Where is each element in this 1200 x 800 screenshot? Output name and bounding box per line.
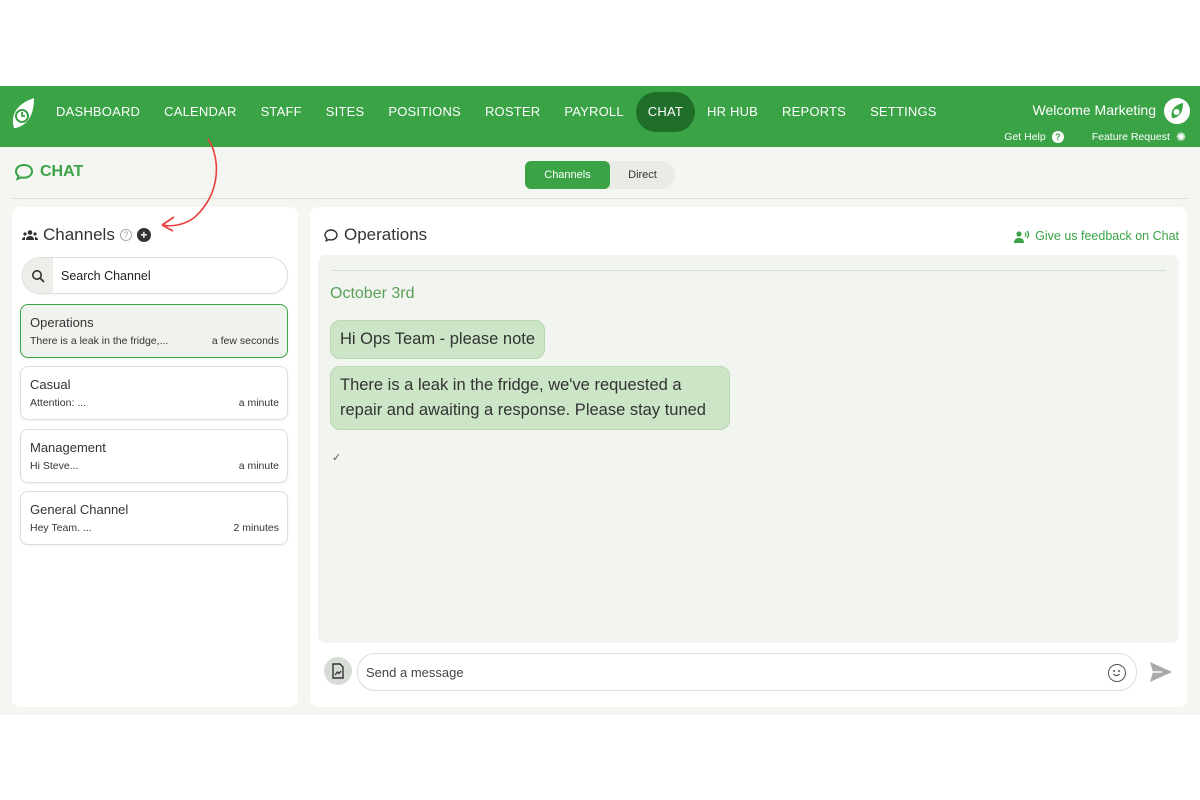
nav-roster[interactable]: ROSTER — [473, 92, 552, 132]
channel-name: Operations — [30, 315, 94, 330]
channels-panel: Channels ? + Operations There is a leak … — [12, 207, 298, 707]
main-nav: DASHBOARD CALENDAR STAFF SITES POSITIONS… — [44, 86, 949, 138]
channel-type-toggle: Channels Direct — [525, 161, 675, 189]
search-channel-input[interactable] — [53, 268, 273, 283]
message-input[interactable] — [366, 665, 1086, 680]
search-icon — [23, 258, 53, 293]
attach-file-button[interactable] — [324, 657, 352, 685]
conversation-header: Operations — [324, 225, 427, 245]
feedback-link[interactable]: Give us feedback on Chat — [1014, 229, 1179, 243]
send-icon[interactable] — [1148, 659, 1174, 685]
nav-calendar[interactable]: CALENDAR — [152, 92, 248, 132]
conversation-title: Operations — [344, 225, 428, 244]
app-window: DASHBOARD CALENDAR STAFF SITES POSITIONS… — [0, 86, 1200, 715]
emoji-icon[interactable] — [1108, 664, 1126, 682]
feedback-text: Give us feedback on Chat — [1035, 229, 1179, 243]
channel-item-casual[interactable]: Casual Attention: ... a minute — [20, 366, 288, 420]
main-content: CHAT Channels Direct Channels ? + Search… — [0, 138, 1200, 715]
chat-bubble-icon — [14, 163, 34, 181]
date-label: October 3rd — [330, 285, 415, 302]
channel-name: General Channel — [30, 502, 129, 517]
nav-reports[interactable]: REPORTS — [770, 92, 858, 132]
group-icon — [22, 230, 38, 240]
chat-bubble-icon — [324, 228, 338, 242]
tab-direct[interactable]: Direct — [610, 161, 675, 189]
conversation-panel: Operations Give us feedback on Chat Octo… — [310, 207, 1187, 707]
channel-item-operations[interactable]: Operations There is a leak in the fridge… — [20, 304, 288, 358]
message-bubble: There is a leak in the fridge, we've req… — [330, 366, 730, 430]
top-navigation-bar: DASHBOARD CALENDAR STAFF SITES POSITIONS… — [0, 86, 1200, 147]
channel-time: a few seconds — [211, 335, 279, 347]
date-divider — [332, 270, 1166, 271]
channel-time: 2 minutes — [233, 522, 279, 534]
channel-time: a minute — [238, 460, 279, 472]
channel-name: Casual — [30, 377, 71, 392]
nav-payroll[interactable]: PAYROLL — [552, 92, 635, 132]
help-question-icon[interactable]: ? — [1051, 131, 1064, 143]
channels-heading: Channels — [43, 225, 115, 244]
channel-item-management[interactable]: Management Hi Steve... a minute — [20, 429, 288, 483]
tab-channels[interactable]: Channels — [525, 161, 610, 189]
nav-sites[interactable]: SITES — [314, 92, 377, 132]
channel-preview: Hey Team. ... — [30, 522, 92, 534]
nav-positions[interactable]: POSITIONS — [376, 92, 473, 132]
search-channel — [22, 257, 288, 294]
help-links: Get Help ? Feature Request ✺ — [1004, 130, 1186, 144]
message-field — [357, 653, 1137, 691]
message-list: October 3rd Hi Ops Team - please note Th… — [318, 255, 1179, 643]
nav-hr-hub[interactable]: HR HUB — [695, 92, 770, 132]
nav-dashboard[interactable]: DASHBOARD — [44, 92, 152, 132]
feature-request-link[interactable]: Feature Request — [1092, 131, 1170, 143]
page-title: CHAT — [14, 163, 83, 181]
channels-header: Channels ? + — [22, 225, 151, 245]
nav-staff[interactable]: STAFF — [249, 92, 314, 132]
channel-preview: Attention: ... — [30, 397, 87, 409]
message-composer — [324, 653, 1174, 693]
channel-preview: Hi Steve... — [30, 460, 79, 472]
app-logo-icon[interactable] — [8, 94, 38, 134]
lightbulb-icon[interactable]: ✺ — [1176, 130, 1186, 144]
channel-name: Management — [30, 440, 106, 455]
channels-help-icon[interactable]: ? — [119, 229, 132, 241]
message-bubble: Hi Ops Team - please note — [330, 320, 546, 359]
add-channel-button[interactable]: + — [136, 228, 151, 242]
user-avatar-icon[interactable] — [1164, 98, 1190, 124]
header-divider — [12, 198, 1188, 199]
read-check-icon: ✓ — [332, 452, 342, 464]
nav-chat[interactable]: CHAT — [635, 92, 695, 132]
welcome-text: Welcome Marketing — [1032, 102, 1156, 118]
speaking-person-icon — [1014, 230, 1030, 243]
page-title-text: CHAT — [40, 163, 84, 180]
channel-time: a minute — [238, 397, 279, 409]
channel-preview: There is a leak in the fridge,... — [30, 335, 169, 347]
nav-settings[interactable]: SETTINGS — [858, 92, 949, 132]
attachment-icon — [332, 663, 344, 679]
channel-item-general[interactable]: General Channel Hey Team. ... 2 minutes — [20, 491, 288, 545]
get-help-link[interactable]: Get Help — [1004, 131, 1045, 143]
